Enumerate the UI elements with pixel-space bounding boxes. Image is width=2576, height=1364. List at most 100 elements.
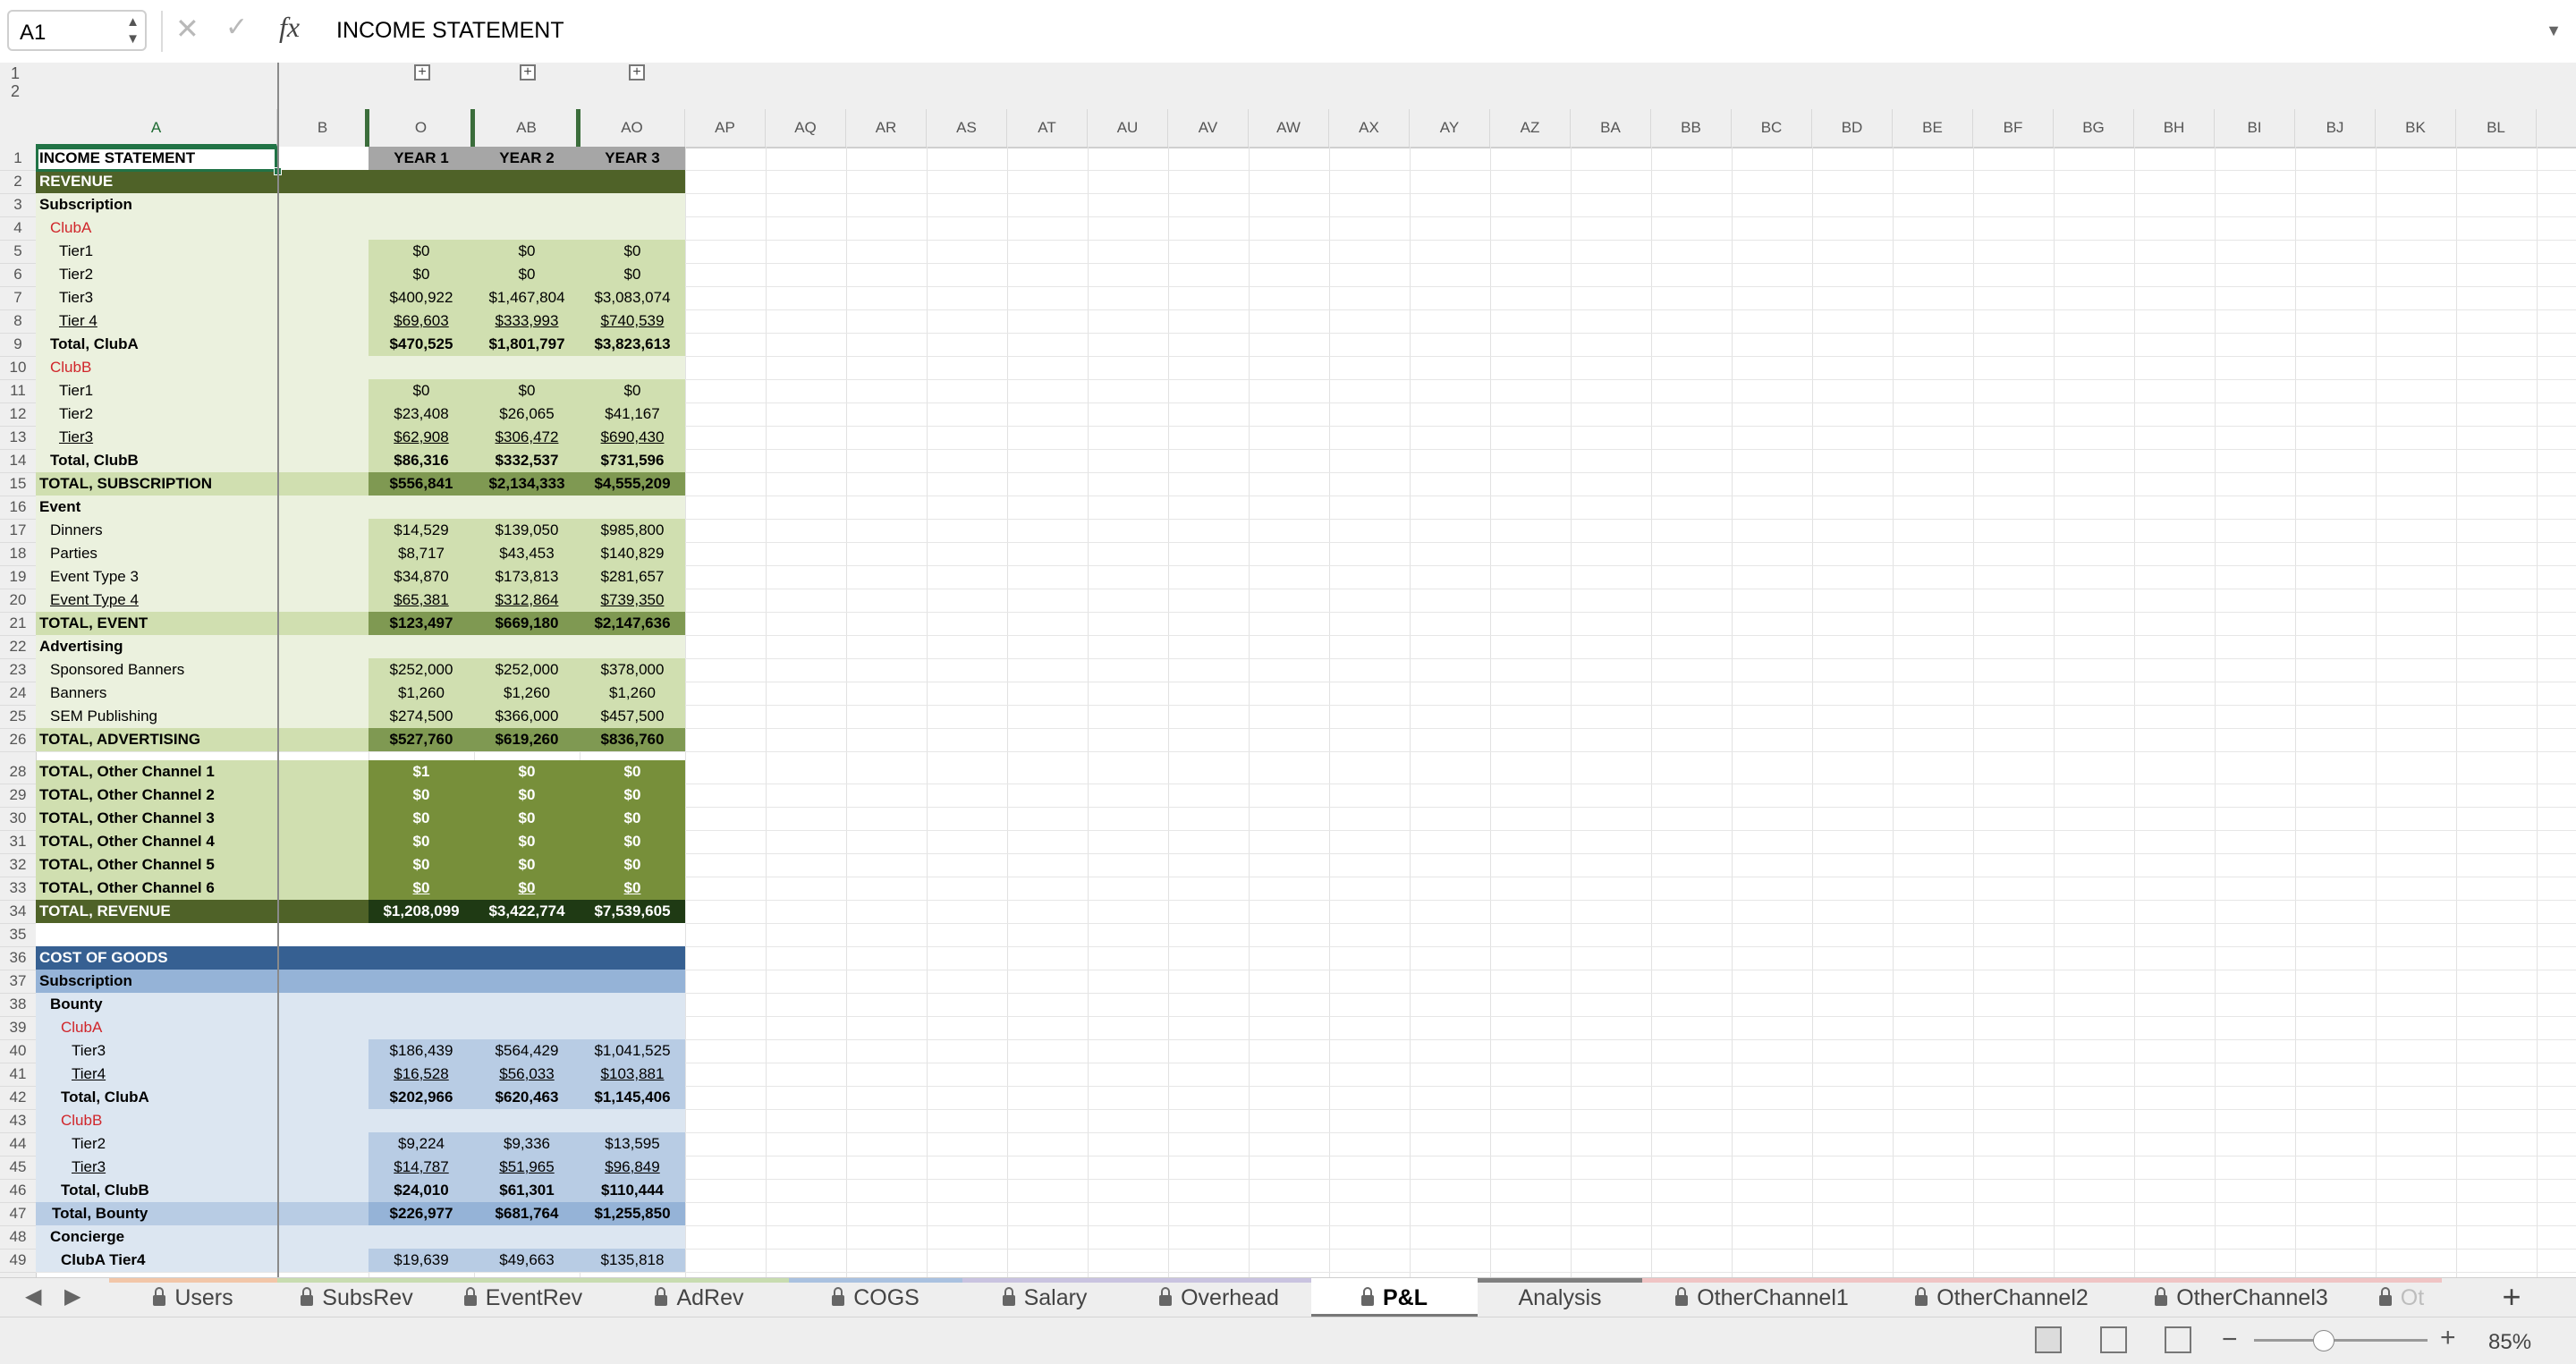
value-cell[interactable]: $669,180	[474, 614, 580, 632]
value-cell[interactable]: $226,977	[369, 1205, 474, 1223]
value-cell[interactable]: $252,000	[369, 661, 474, 679]
row-number-7[interactable]: 7	[0, 289, 36, 307]
row-label[interactable]: Dinners	[50, 521, 103, 539]
sheet-tab-analysis[interactable]: Analysis	[1478, 1278, 1642, 1317]
value-cell[interactable]: $173,813	[474, 568, 580, 586]
value-cell[interactable]: $0	[369, 382, 474, 400]
column-header-aq[interactable]: AQ	[766, 109, 846, 147]
value-cell[interactable]: $0	[369, 786, 474, 804]
expand-group-icon[interactable]: +	[414, 64, 430, 80]
row-label[interactable]: Parties	[50, 545, 97, 563]
value-cell[interactable]: $0	[369, 809, 474, 827]
sheet-tab-cogs[interactable]: COGS	[789, 1278, 962, 1317]
value-cell[interactable]: $378,000	[580, 661, 685, 679]
value-cell[interactable]: $1,260	[369, 684, 474, 702]
expand-group-icon[interactable]: +	[520, 64, 536, 80]
value-cell[interactable]: $13,595	[580, 1135, 685, 1153]
row-number-40[interactable]: 40	[0, 1042, 36, 1060]
column-header-bb[interactable]: BB	[1651, 109, 1732, 147]
value-cell[interactable]: $7,539,605	[580, 902, 685, 920]
value-cell[interactable]: $1	[369, 763, 474, 781]
value-cell[interactable]: $3,823,613	[580, 335, 685, 353]
value-cell[interactable]: $103,881	[580, 1065, 685, 1083]
value-cell[interactable]: $4,555,209	[580, 475, 685, 493]
sheet-tab-subsrev[interactable]: SubsRev	[277, 1278, 436, 1317]
row-number-5[interactable]: 5	[0, 242, 36, 260]
value-cell[interactable]: $65,381	[369, 591, 474, 609]
column-header-be[interactable]: BE	[1893, 109, 1973, 147]
row-label[interactable]: COST OF GOODS	[39, 949, 168, 967]
value-cell[interactable]: $366,000	[474, 707, 580, 725]
column-header-bg[interactable]: BG	[2054, 109, 2134, 147]
value-cell[interactable]: $69,603	[369, 312, 474, 330]
page-break-view-icon[interactable]	[2165, 1326, 2191, 1353]
row-number-16[interactable]: 16	[0, 498, 36, 516]
value-cell[interactable]: $400,922	[369, 289, 474, 307]
sheet-tab-adrev[interactable]: AdRev	[610, 1278, 789, 1317]
column-header-bh[interactable]: BH	[2134, 109, 2215, 147]
value-cell[interactable]: $0	[474, 856, 580, 874]
zoom-out-button[interactable]: −	[2222, 1325, 2238, 1355]
row-number-44[interactable]: 44	[0, 1135, 36, 1153]
row-number-39[interactable]: 39	[0, 1019, 36, 1037]
row-number-23[interactable]: 23	[0, 661, 36, 679]
value-cell[interactable]: $281,657	[580, 568, 685, 586]
row-number-37[interactable]: 37	[0, 972, 36, 990]
outline-level-2-button[interactable]: 2	[11, 82, 20, 101]
row-number-42[interactable]: 42	[0, 1089, 36, 1106]
row-number-48[interactable]: 48	[0, 1228, 36, 1246]
value-cell[interactable]: $0	[580, 382, 685, 400]
column-header-ap[interactable]: AP	[685, 109, 766, 147]
row-number-32[interactable]: 32	[0, 856, 36, 874]
column-header-b[interactable]: B	[277, 109, 369, 147]
value-cell[interactable]: $23,408	[369, 405, 474, 423]
value-cell[interactable]: $123,497	[369, 614, 474, 632]
column-header-as[interactable]: AS	[927, 109, 1007, 147]
value-cell[interactable]: $43,453	[474, 545, 580, 563]
value-cell[interactable]: $0	[369, 879, 474, 897]
expand-group-icon[interactable]: +	[629, 64, 645, 80]
row-number-4[interactable]: 4	[0, 219, 36, 237]
column-header-bl[interactable]: BL	[2456, 109, 2537, 147]
row-label[interactable]: SEM Publishing	[50, 707, 157, 725]
column-header-av[interactable]: AV	[1168, 109, 1249, 147]
row-label[interactable]: Tier3	[59, 289, 93, 307]
row-label[interactable]: Total, ClubA	[50, 335, 139, 353]
row-number-43[interactable]: 43	[0, 1112, 36, 1130]
row-number-15[interactable]: 15	[0, 475, 36, 493]
value-cell[interactable]: $556,841	[369, 475, 474, 493]
row-label[interactable]: Tier4	[72, 1065, 106, 1083]
value-cell[interactable]: $1,041,525	[580, 1042, 685, 1060]
row-number-49[interactable]: 49	[0, 1251, 36, 1269]
value-cell[interactable]: $51,965	[474, 1158, 580, 1176]
row-number-22[interactable]: 22	[0, 638, 36, 656]
cell-grid[interactable]: INCOME STATEMENT YEAR 1 YEAR 2 YEAR 3 REVENU…	[36, 147, 2576, 1277]
column-header-ay[interactable]: AY	[1410, 109, 1490, 147]
row-label[interactable]: Total, ClubB	[50, 452, 139, 470]
row-number-34[interactable]: 34	[0, 902, 36, 920]
value-cell[interactable]: $0	[474, 879, 580, 897]
name-box-spinner-icon[interactable]: ▲ ▼	[126, 13, 140, 47]
row-label[interactable]: TOTAL, ADVERTISING	[39, 731, 200, 749]
value-cell[interactable]: $0	[580, 786, 685, 804]
value-cell[interactable]: $0	[369, 856, 474, 874]
row-number-20[interactable]: 20	[0, 591, 36, 609]
row-number-19[interactable]: 19	[0, 568, 36, 586]
value-cell[interactable]: $19,639	[369, 1251, 474, 1269]
value-cell[interactable]: $26,065	[474, 405, 580, 423]
value-cell[interactable]: $0	[580, 856, 685, 874]
row-label[interactable]: TOTAL, Other Channel 6	[39, 879, 215, 897]
row-label[interactable]: Event	[39, 498, 80, 516]
column-header-ar[interactable]: AR	[846, 109, 927, 147]
value-cell[interactable]: $740,539	[580, 312, 685, 330]
row-label[interactable]: TOTAL, Other Channel 3	[39, 809, 215, 827]
value-cell[interactable]: $0	[369, 242, 474, 260]
row-number-26[interactable]: 26	[0, 731, 36, 749]
value-cell[interactable]: $0	[580, 242, 685, 260]
row-label[interactable]: Advertising	[39, 638, 123, 656]
value-cell[interactable]: YEAR 1	[369, 149, 474, 167]
value-cell[interactable]: $306,472	[474, 428, 580, 446]
row-label[interactable]: Concierge	[50, 1228, 124, 1246]
sheet-tab-overhead[interactable]: Overhead	[1127, 1278, 1311, 1317]
column-header-aw[interactable]: AW	[1249, 109, 1329, 147]
